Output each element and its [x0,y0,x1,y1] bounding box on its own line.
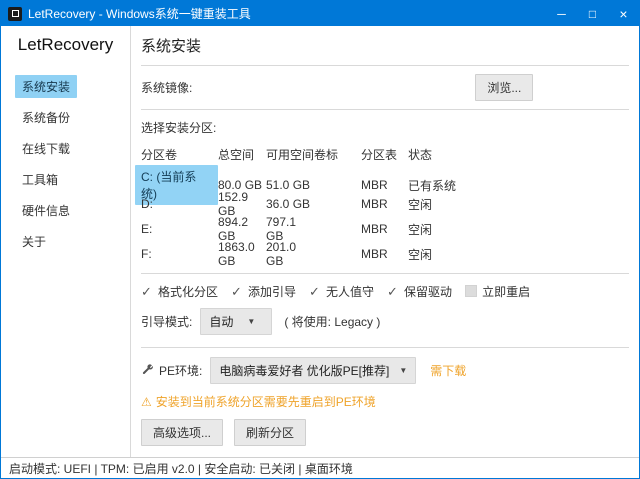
sidebar-item-hardware-info[interactable]: 硬件信息 [15,199,77,222]
checkbox-restart-now[interactable]: 立即重启 [465,283,530,300]
col-free: 可用空间 [266,146,314,163]
partition-table-type: MBR [361,197,408,211]
install-options-row: 格式化分区 添加引导 无人值守 保留驱动 立即重启 [141,283,629,299]
sidebar-item-system-install[interactable]: 系统安装 [15,75,77,98]
checkbox-unattended[interactable]: 无人值守 [309,283,374,300]
partition-status: 空闲 [408,196,629,213]
partition-row-e[interactable]: E: 894.2 GB 797.1 GB MBR 空闲 [141,215,629,240]
system-image-label: 系统镜像: [141,79,192,96]
pe-environment-select[interactable]: 电脑病毒爱好者 优化版PE[推荐] ▼ [210,357,416,384]
partition-free: 797.1 GB [266,215,314,243]
minimize-button[interactable]: ─ [546,1,577,26]
col-total: 总空间 [218,146,266,163]
window-title: LetRecovery - Windows系统一键重装工具 [28,5,251,22]
advanced-options-button[interactable]: 高级选项... [141,419,223,446]
app-window: LetRecovery - Windows系统一键重装工具 ─ □ × LetR… [0,0,640,479]
partition-section-label: 选择安装分区: [141,119,629,136]
system-image-row: 系统镜像: 浏览... [141,66,629,109]
chevron-down-icon: ▼ [399,366,407,375]
partition-status: 已有系统 [408,177,629,194]
boot-mode-hint: ( 将使用: Legacy ) [284,313,380,330]
col-table: 分区表 [361,146,408,163]
close-button[interactable]: × [608,1,639,26]
partition-total: 894.2 GB [218,215,266,243]
col-volume: 分区卷 [141,146,218,163]
pe-environment-label: PE环境: [159,362,202,379]
pe-warning: ⚠ 安装到当前系统分区需要先重启到PE环境 [141,393,629,410]
sidebar: LetRecovery 系统安装 系统备份 在线下载 工具箱 硬件信息 关于 [1,26,131,457]
partition-row-f[interactable]: F: 1863.0 GB 201.0 GB MBR 空闲 [141,240,629,265]
checkbox-icon [465,285,477,297]
status-text: 启动模式: UEFI | TPM: 已启用 v2.0 | 安全启动: 已关闭 |… [9,460,353,477]
app-icon [8,7,22,21]
partition-total: 1863.0 GB [218,240,266,268]
browse-button[interactable]: 浏览... [475,74,533,101]
sidebar-item-toolbox[interactable]: 工具箱 [15,168,65,191]
checkbox-icon [387,285,399,297]
sidebar-item-online-download[interactable]: 在线下载 [15,137,77,160]
partition-free: 51.0 GB [266,178,314,192]
checkbox-icon [309,285,321,297]
refresh-partitions-button[interactable]: 刷新分区 [234,419,306,446]
pe-environment-row: PE环境: 电脑病毒爱好者 优化版PE[推荐] ▼ 需下载 [141,357,629,384]
warning-icon: ⚠ [141,395,152,409]
partition-free: 36.0 GB [266,197,314,211]
sidebar-item-about[interactable]: 关于 [15,230,53,253]
main-panel: 系统安装 系统镜像: 浏览... 选择安装分区: 分区卷 总空间 可用空间 卷标… [131,26,639,457]
partition-row-d[interactable]: D: 152.9 GB 36.0 GB MBR 空闲 [141,190,629,215]
checkbox-icon [141,285,153,297]
titlebar: LetRecovery - Windows系统一键重装工具 ─ □ × [1,1,639,26]
checkbox-format-partition[interactable]: 格式化分区 [141,283,218,300]
action-buttons-row: 高级选项... 刷新分区 [141,419,629,446]
boot-mode-select[interactable]: 自动 ▼ [200,308,272,335]
partition-table-type: MBR [361,247,408,261]
checkbox-add-boot[interactable]: 添加引导 [231,283,296,300]
checkbox-keep-drivers[interactable]: 保留驱动 [387,283,452,300]
separator [141,273,629,274]
brand-title: LetRecovery [1,35,130,55]
partition-table-type: MBR [361,222,408,236]
partition-free: 201.0 GB [266,240,314,268]
partition-volume[interactable]: D: [135,194,159,214]
partition-volume[interactable]: E: [135,219,158,239]
boot-mode-row: 引导模式: 自动 ▼ ( 将使用: Legacy ) [141,308,629,335]
partition-status: 空闲 [408,246,629,263]
pe-warning-text: 安装到当前系统分区需要先重启到PE环境 [156,393,376,410]
sidebar-item-system-backup[interactable]: 系统备份 [15,106,77,129]
boot-mode-label: 引导模式: [141,313,192,330]
maximize-button[interactable]: □ [577,1,608,26]
need-download-hint: 需下载 [430,362,466,379]
partition-total: 152.9 GB [218,190,266,218]
separator [141,109,629,110]
window-controls: ─ □ × [546,1,639,26]
chevron-down-icon: ▼ [247,317,255,326]
separator [141,347,629,348]
col-label: 卷标 [314,146,361,163]
checkbox-icon [231,285,243,297]
page-title: 系统安装 [141,35,629,56]
partition-table-type: MBR [361,178,408,192]
sidebar-nav: 系统安装 系统备份 在线下载 工具箱 硬件信息 关于 [1,75,130,261]
partition-volume[interactable]: F: [135,244,158,264]
partition-table-header: 分区卷 总空间 可用空间 卷标 分区表 状态 [141,143,629,165]
wrench-icon [141,364,154,377]
status-bar: 启动模式: UEFI | TPM: 已启用 v2.0 | 安全启动: 已关闭 |… [1,457,639,478]
partition-row-c[interactable]: C: (当前系统) 80.0 GB 51.0 GB MBR 已有系统 [141,165,629,190]
partition-status: 空闲 [408,221,629,238]
col-status: 状态 [408,146,629,163]
